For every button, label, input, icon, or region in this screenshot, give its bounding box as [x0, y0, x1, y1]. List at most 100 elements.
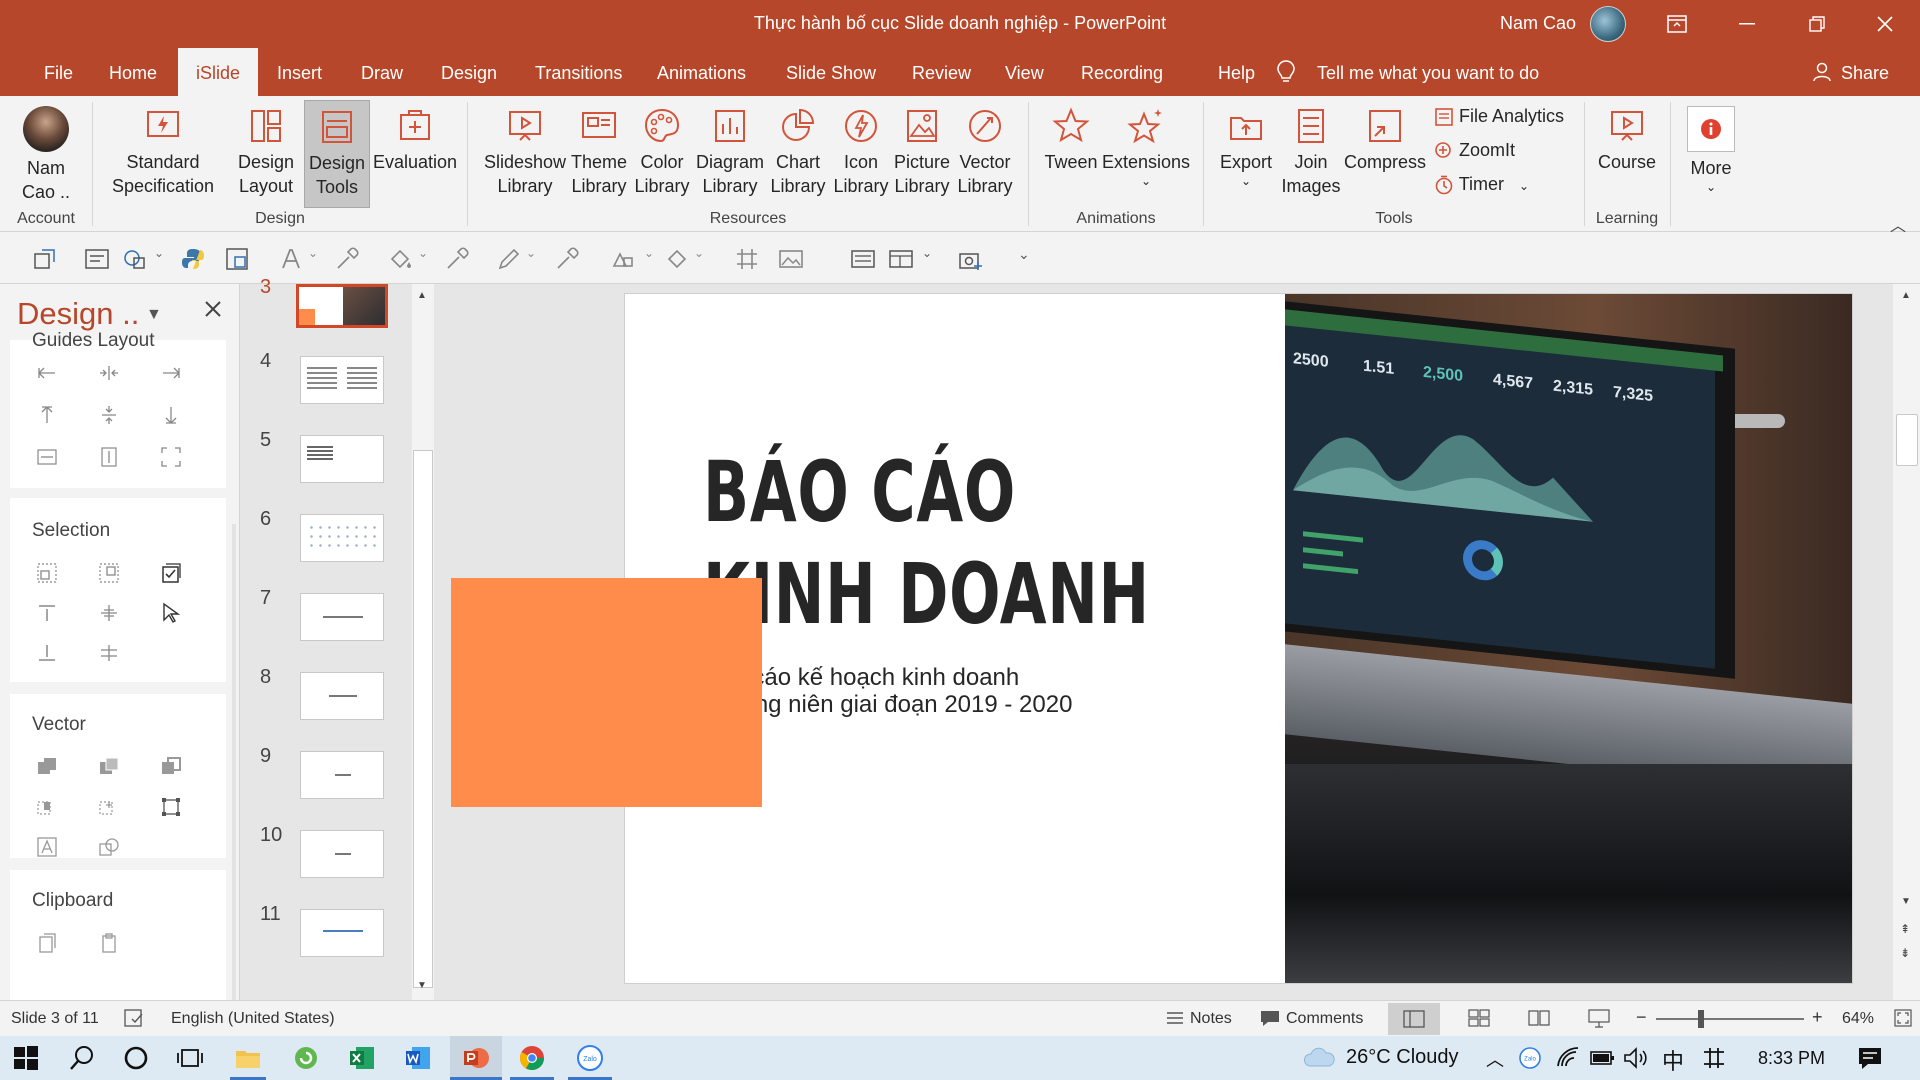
more-button[interactable]: More ⌄ — [1680, 106, 1742, 194]
notes-icon[interactable] — [1166, 1011, 1184, 1025]
select-pane-icon[interactable] — [224, 246, 250, 272]
copy-size-icon[interactable] — [36, 932, 58, 954]
diagram-library-button[interactable]: Diagram Library — [694, 106, 766, 198]
word-icon[interactable] — [404, 1044, 432, 1072]
tab-recording[interactable]: Recording — [1063, 48, 1181, 96]
select-center-icon[interactable] — [98, 642, 120, 664]
scroll-down-arrow-icon[interactable]: ▼ — [417, 980, 427, 991]
text-to-shape-icon[interactable] — [36, 836, 58, 858]
tab-animations[interactable]: Animations — [639, 48, 764, 96]
tab-slide-show[interactable]: Slide Show — [768, 48, 894, 96]
previous-slide-icon[interactable]: ⇞ — [1900, 922, 1910, 936]
select-same-icon[interactable] — [36, 562, 58, 584]
tab-home[interactable]: Home — [91, 48, 175, 96]
zalo-tray-icon[interactable]: Zalo — [1516, 1044, 1544, 1072]
font-color-icon[interactable] — [278, 246, 304, 272]
slide-title-line2[interactable]: KINH DOANH — [703, 544, 1150, 644]
zoom-slider[interactable] — [1656, 1018, 1804, 1020]
shape-format-icon[interactable] — [32, 246, 58, 272]
tab-help[interactable]: Help — [1200, 48, 1273, 96]
slide-thumbnail-selected[interactable] — [296, 284, 388, 328]
slide-title-line1[interactable]: BÁO CÁO — [703, 442, 1016, 542]
picture-icon[interactable] — [778, 246, 804, 272]
volume-icon[interactable] — [1622, 1044, 1650, 1072]
distribute-horizontal-icon[interactable] — [36, 446, 58, 468]
text-layout-icon[interactable] — [850, 246, 876, 272]
chevron-down-icon[interactable]: ⌄ — [922, 246, 934, 272]
tab-file[interactable]: File — [26, 48, 91, 96]
wifi-icon[interactable] — [1554, 1044, 1582, 1072]
align-shapes-icon[interactable] — [610, 246, 636, 272]
zoom-in-button[interactable]: + — [1812, 1007, 1823, 1028]
cursor-arrow-icon[interactable] — [160, 602, 182, 624]
minimize-icon[interactable] — [1712, 0, 1782, 48]
tab-view[interactable]: View — [987, 48, 1062, 96]
user-avatar[interactable] — [1590, 6, 1626, 42]
file-analytics-button[interactable]: File Analytics — [1434, 102, 1564, 130]
table-layout-icon[interactable] — [888, 246, 914, 272]
normal-view-button[interactable] — [1388, 1003, 1440, 1035]
tell-me-search[interactable]: Tell me what you want to do — [1317, 48, 1539, 96]
next-slide-icon[interactable]: ⇟ — [1900, 946, 1910, 960]
select-bottom-icon[interactable] — [36, 642, 58, 664]
close-icon[interactable] — [1850, 0, 1920, 48]
outline-pen-icon[interactable] — [496, 246, 522, 272]
zalo-icon[interactable]: Zalo — [576, 1044, 604, 1072]
tween-button[interactable]: Tween — [1040, 106, 1102, 174]
export-button[interactable]: Export ⌄ — [1214, 106, 1278, 188]
fill-bucket-icon[interactable] — [388, 246, 414, 272]
evaluation-button[interactable]: Evaluation — [372, 106, 458, 174]
distribute-vertical-icon[interactable] — [98, 446, 120, 468]
eyedropper-icon[interactable] — [334, 246, 360, 272]
orange-rectangle-shape[interactable] — [451, 578, 762, 807]
panel-close-icon[interactable] — [204, 300, 222, 318]
checklist-select-icon[interactable] — [160, 562, 182, 584]
chrome-icon[interactable] — [518, 1044, 546, 1072]
weather-status[interactable]: 26°C Cloudy — [1346, 1046, 1459, 1069]
slide-scrollbar[interactable]: ▲ ▼ ⇞ ⇟ — [1893, 284, 1920, 1000]
chevron-down-icon[interactable]: ⌄ — [644, 246, 656, 272]
powerpoint-icon[interactable] — [462, 1044, 490, 1072]
reading-view-icon[interactable] — [1528, 1009, 1550, 1027]
chevron-down-icon[interactable]: ⌄ — [308, 246, 320, 272]
slide-thumbnail[interactable] — [300, 830, 384, 878]
union-shapes-icon[interactable] — [36, 756, 58, 778]
scroll-down-arrow-icon[interactable]: ▼ — [1901, 896, 1911, 907]
notes-button[interactable]: Notes — [1190, 1010, 1232, 1028]
python-icon[interactable] — [180, 246, 206, 272]
restore-icon[interactable] — [1782, 0, 1852, 48]
vector-library-button[interactable]: Vector Library — [954, 106, 1016, 198]
design-layout-button[interactable]: Design Layout — [233, 106, 299, 198]
chart-library-button[interactable]: Chart Library — [767, 106, 829, 198]
select-similar-icon[interactable] — [98, 562, 120, 584]
slide-thumbnail[interactable] — [300, 672, 384, 720]
slide-thumbnail[interactable] — [300, 435, 384, 483]
chevron-down-icon[interactable]: ⌄ — [694, 246, 706, 272]
theme-library-button[interactable]: Theme Library — [568, 106, 630, 198]
shape-effects-icon[interactable] — [664, 246, 690, 272]
align-right-guide-icon[interactable] — [160, 362, 182, 384]
scroll-up-arrow-icon[interactable]: ▲ — [1901, 290, 1911, 301]
excel-icon[interactable] — [348, 1044, 376, 1072]
zoom-out-button[interactable]: − — [1636, 1007, 1647, 1028]
customize-toolbar-icon[interactable]: ⌄ — [1018, 246, 1044, 272]
slide-sorter-icon[interactable] — [1468, 1009, 1490, 1027]
cortana-icon[interactable] — [122, 1044, 150, 1072]
search-icon[interactable] — [68, 1044, 96, 1072]
extensions-button[interactable]: Extensions ⌄ — [1100, 106, 1192, 188]
slideshow-library-button[interactable]: Slideshow Library — [480, 106, 570, 198]
intersect-shapes-icon[interactable] — [36, 796, 58, 818]
scroll-thumb[interactable] — [1896, 414, 1918, 466]
accessibility-icon[interactable] — [124, 1009, 144, 1027]
panel-scrollbar[interactable] — [232, 524, 236, 1000]
slide-thumbnail[interactable] — [300, 514, 384, 562]
color-library-button[interactable]: Color Library — [631, 106, 693, 198]
course-button[interactable]: Course — [1594, 106, 1660, 174]
shape-copy-icon[interactable] — [98, 836, 120, 858]
comments-button[interactable]: Comments — [1286, 1010, 1363, 1028]
zoom-slider-thumb[interactable] — [1698, 1010, 1704, 1028]
ribbon-display-options-icon[interactable] — [1642, 0, 1712, 48]
screenshot-camera-icon[interactable] — [958, 246, 984, 272]
align-top-guide-icon[interactable] — [36, 404, 58, 426]
zoom-level[interactable]: 64% — [1842, 1010, 1874, 1028]
